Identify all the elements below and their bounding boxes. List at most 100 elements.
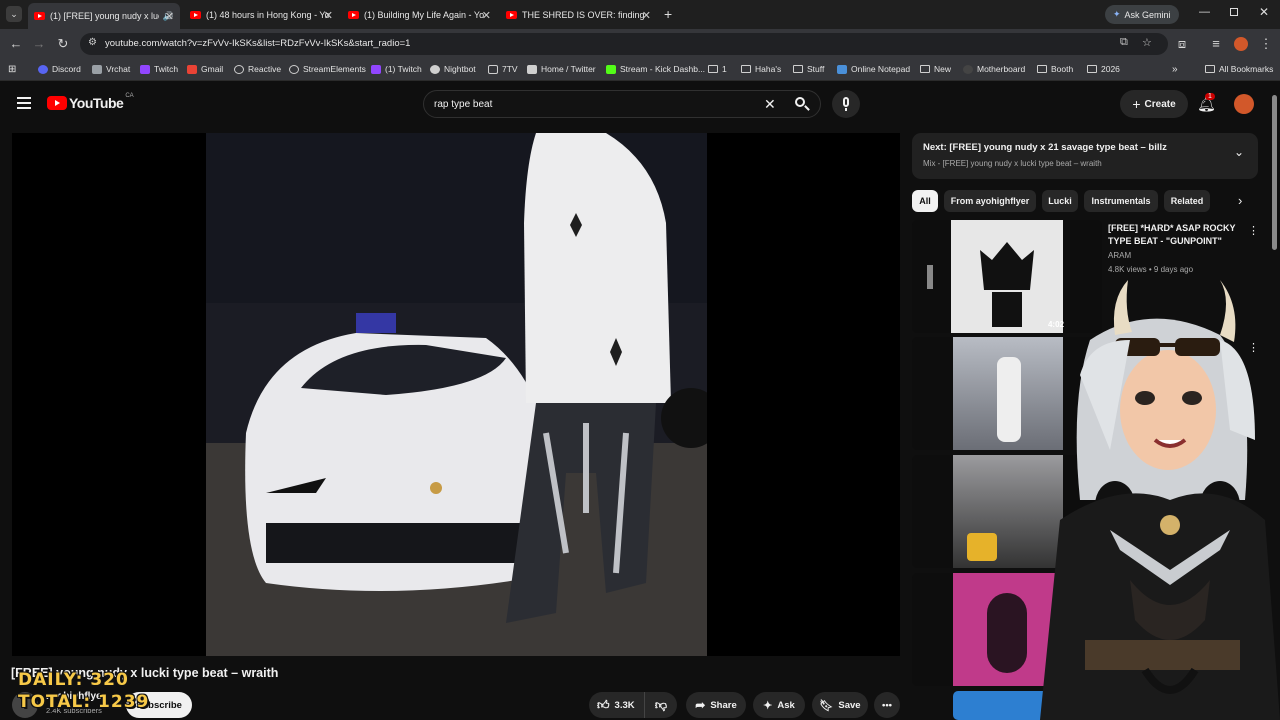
minimize-button[interactable]: —: [1199, 6, 1210, 18]
more-vertical-icon[interactable]: ⋮: [1248, 224, 1259, 237]
recommendation-meta: 4.8K views • 9 days ago: [1108, 265, 1194, 274]
bookmark-folder-hahas[interactable]: Haha's: [741, 64, 781, 74]
all-bookmarks-folder[interactable]: All Bookmarks: [1205, 64, 1273, 74]
twitch-icon: [371, 64, 381, 74]
plus-icon: +: [1132, 96, 1141, 112]
bookmark-label: 2026: [1101, 64, 1120, 74]
clear-search-icon[interactable]: ✕: [764, 96, 776, 113]
bookmark-twitch-2[interactable]: (1) Twitch: [371, 64, 422, 74]
chip-label: All: [919, 196, 931, 206]
search-input[interactable]: rap type beat: [434, 99, 492, 110]
bookmark-nightbot[interactable]: Nightbot: [430, 64, 476, 74]
notifications-button[interactable]: 🔔︎ 1: [1197, 93, 1216, 114]
up-next-panel[interactable]: Next: [FREE] young nudy x 21 savage type…: [912, 133, 1258, 179]
tab[interactable]: (1) Building My Life Again - Yo ✕: [342, 4, 497, 26]
bookmark-label: Twitch: [154, 64, 179, 74]
bookmark-folder-2026[interactable]: 2026: [1087, 64, 1120, 74]
bookmark-vrchat[interactable]: Vrchat: [92, 64, 130, 74]
account-avatar[interactable]: [1234, 94, 1254, 114]
expand-chevron-icon[interactable]: ⌄: [1234, 145, 1244, 159]
bookmark-folder-stuff[interactable]: Stuff: [793, 64, 824, 74]
chip-all[interactable]: All: [912, 190, 938, 212]
kick-icon: [606, 64, 616, 74]
tab-close-icon[interactable]: ✕: [165, 10, 174, 23]
chip-lucki[interactable]: Lucki: [1042, 190, 1078, 212]
bookmark-7tv[interactable]: 7TV: [488, 64, 518, 74]
tab[interactable]: (1) 48 hours in Hong Kong - Yo ✕: [184, 4, 339, 26]
video-player[interactable]: [12, 133, 900, 656]
cast-icon[interactable]: ⧉: [1120, 36, 1128, 49]
tab-search-button[interactable]: ⌄: [6, 6, 22, 22]
youtube-logo[interactable]: YouTube CA: [47, 93, 134, 111]
tab[interactable]: THE SHRED IS OVER: finding my ✕: [500, 4, 657, 26]
bookmark-kick[interactable]: Stream - Kick Dashb...: [606, 64, 705, 74]
ask-button[interactable]: ✦ Ask: [753, 692, 805, 718]
vtuber-avatar-overlay: [1040, 280, 1280, 720]
apps-grid-icon[interactable]: ⊞: [8, 64, 16, 75]
chip-from-channel[interactable]: From ayohighflyer: [944, 190, 1036, 212]
site-info-icon[interactable]: ⚙: [88, 37, 97, 48]
bookmark-online-notepad[interactable]: Online Notepad: [837, 64, 910, 74]
reactive-icon: [234, 64, 244, 74]
bookmark-twitter[interactable]: Home / Twitter: [527, 64, 596, 74]
like-button[interactable]: 👍︎ 3.3K: [589, 692, 645, 718]
profile-avatar[interactable]: [1234, 37, 1248, 51]
chips-next-chevron-icon[interactable]: ›: [1238, 193, 1242, 208]
page-scrollbar[interactable]: [1272, 95, 1277, 250]
bookmark-label: Stuff: [807, 64, 825, 74]
address-bar[interactable]: ⚙ youtube.com/watch?v=zFvVv-IkSKs&list=R…: [80, 33, 1168, 55]
tab-title: THE SHRED IS OVER: finding my: [522, 10, 647, 20]
bookmark-motherboard[interactable]: Motherboard: [963, 64, 1025, 74]
browser-toolbar: ← → ↻ ⚙ youtube.com/watch?v=zFvVv-IkSKs&…: [0, 29, 1280, 59]
bookmark-gmail[interactable]: Gmail: [187, 64, 223, 74]
bookmark-label: 1: [722, 64, 727, 74]
tab-active[interactable]: (1) [FREE] young nudy x luci 🔊 ✕: [28, 3, 180, 29]
reload-icon[interactable]: ↻: [55, 36, 71, 52]
bookmark-label: Nightbot: [444, 64, 476, 74]
search-button[interactable]: [794, 96, 810, 112]
chip-instrumentals[interactable]: Instrumentals: [1084, 190, 1158, 212]
chip-related[interactable]: Related: [1164, 190, 1210, 212]
bookmark-star-icon[interactable]: ☆: [1142, 36, 1152, 49]
forward-arrow-icon[interactable]: →: [31, 36, 47, 52]
maximize-button[interactable]: [1230, 8, 1238, 16]
save-button[interactable]: 🔖︎ Save: [812, 692, 868, 718]
create-button[interactable]: + Create: [1120, 90, 1188, 118]
bookmark-reactive[interactable]: Reactive: [234, 64, 281, 74]
bookmarks-overflow-icon[interactable]: »: [1172, 64, 1178, 75]
new-tab-button[interactable]: +: [664, 6, 672, 22]
share-button[interactable]: ➦ Share: [686, 692, 746, 718]
bookmark-icon: 🔖︎: [819, 699, 834, 712]
voice-search-button[interactable]: [832, 90, 860, 118]
microphone-icon: [843, 97, 849, 107]
bookmark-folder-booth[interactable]: Booth: [1037, 64, 1073, 74]
bookmark-label: Online Notepad: [851, 64, 911, 74]
hamburger-menu-icon[interactable]: [17, 97, 31, 109]
dislike-button[interactable]: 👎︎: [645, 698, 677, 713]
ask-gemini-button[interactable]: ✦ Ask Gemini: [1105, 5, 1179, 24]
bookmark-label: 7TV: [502, 64, 518, 74]
close-window-button[interactable]: ✕: [1259, 5, 1269, 19]
thumbs-up-icon: 👍︎: [597, 697, 610, 712]
tab-close-icon[interactable]: ✕: [482, 9, 491, 22]
tab-close-icon[interactable]: ✕: [642, 9, 651, 22]
search-box: rap type beat ✕: [423, 90, 821, 118]
extensions-icon[interactable]: ⧈: [1174, 36, 1190, 52]
bookmark-discord[interactable]: Discord: [38, 64, 81, 74]
tab-close-icon[interactable]: ✕: [324, 9, 333, 22]
chip-label: Lucki: [1048, 196, 1072, 206]
browser-menu-icon[interactable]: ⋮: [1258, 36, 1274, 52]
bookmark-twitch[interactable]: Twitch: [140, 64, 178, 74]
tab-title: (1) Building My Life Again - Yo: [364, 10, 485, 20]
media-control-icon[interactable]: ≡: [1208, 36, 1224, 52]
bookmark-label: New: [934, 64, 952, 74]
more-actions-button[interactable]: •••: [874, 692, 900, 718]
youtube-header: YouTube CA rap type beat ✕ + Create 🔔︎ 1: [0, 82, 1280, 126]
bookmark-streamelements[interactable]: StreamElements: [289, 64, 366, 74]
bookmark-folder-1[interactable]: 1: [708, 64, 727, 74]
recommendation-channel: ARAM: [1108, 251, 1132, 260]
bookmarks-bar: ⊞ Discord Vrchat Twitch Gmail Reactive S…: [0, 59, 1280, 81]
bookmark-folder-new[interactable]: New: [920, 64, 951, 74]
back-arrow-icon[interactable]: ←: [8, 36, 24, 52]
total-counter: TOTAL: 1239: [18, 692, 150, 712]
